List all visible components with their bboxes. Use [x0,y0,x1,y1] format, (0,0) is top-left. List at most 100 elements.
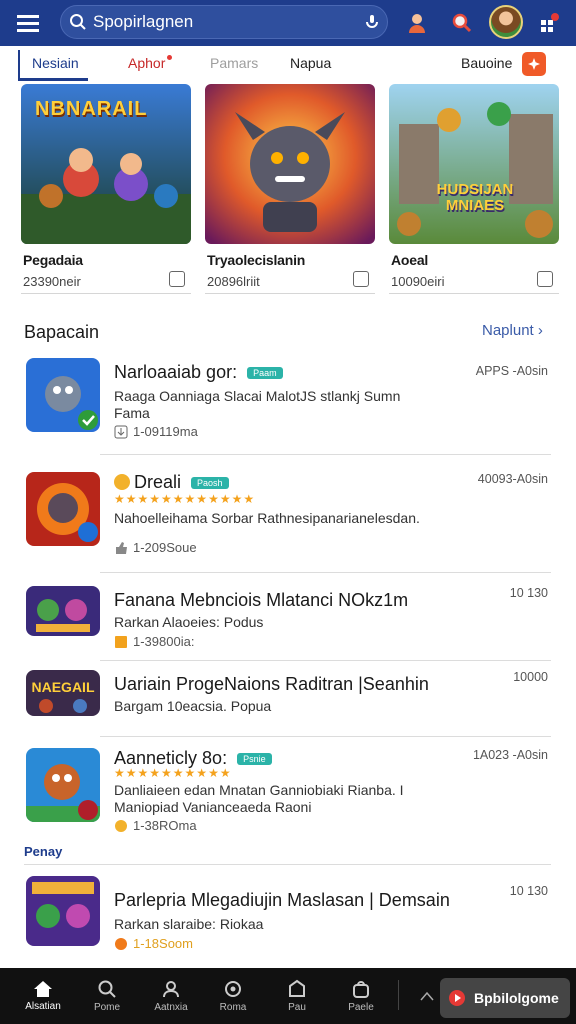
coin-icon [114,474,130,490]
list-right-info: 10000 [513,670,548,684]
icon-art-text: NAEGAIL [32,679,95,695]
notifications-button[interactable] [532,6,566,40]
nav-item-home[interactable]: Alsatian [14,968,72,1024]
nav-label: Roma [219,1002,247,1013]
tab-pamars[interactable]: Pamars [210,55,258,71]
list-meta: 1-209Soue [114,540,197,555]
menu-button[interactable] [0,0,56,46]
divider [100,736,551,737]
app-icon: NAEGAIL [26,670,100,716]
coin-icon [115,937,127,950]
app-icon [26,586,100,636]
list-badge: Paam [247,367,283,380]
divider [100,660,551,661]
featured-card[interactable]: Tryaolecislanin 20896lriit [205,84,375,294]
top-app-bar: Spopirlagnen [0,0,576,46]
list-description: Bargam 10eacsia. Popua [114,698,272,714]
mic-icon [366,15,378,28]
play-game-button[interactable]: Bpbilolgome [440,978,570,1018]
tab-nesiain[interactable]: Nesiain [32,55,79,71]
nav-label: Alsatian [25,1001,61,1012]
search-input[interactable]: Spopirlagnen [60,5,388,39]
home-icon [34,981,52,997]
list-description: Rarkan slaraibe: Riokaa [114,916,264,932]
gear-icon [225,981,241,997]
nav-item-search[interactable]: Pome [78,968,136,1024]
list-meta: 1-09119ma [114,424,198,439]
nav-separator [398,980,399,1010]
divider [24,864,551,865]
install-icon[interactable] [353,271,369,287]
featured-downloads: 23390neir [23,274,81,289]
group-label: Penay [24,844,63,859]
nav-item-settings[interactable]: Roma [204,968,262,1024]
user-icon [409,14,425,33]
meta-text: 1-09119ma [133,424,198,439]
nav-item-bag[interactable]: Paele [332,968,390,1024]
list-title: Narloaaiab gor: Paam [114,362,283,383]
list-description: Danliaieen edan Mnatan Ganniobiaki Rianb… [114,782,404,815]
featured-card[interactable]: HUDSIJAN MNIAES Aoeal 10090eiri [389,84,559,294]
search-icon [70,14,86,30]
featured-title: Tryaolecislanin [207,252,306,268]
title-text: Aanneticly 8o: [114,748,228,768]
nav-label: Pome [93,1002,121,1013]
tab-bauoine[interactable]: Bauoine [461,55,512,71]
account-button[interactable] [400,6,434,40]
list-right-info: 40093-A0sin [477,472,548,486]
star-rating: ★★★★★★★★★★ [114,766,232,780]
list-title: Parlepria Mlegadiujin Maslasan | Demsain [114,890,450,910]
list-description: Nahoelleihama Sorbar Rathnesipanarianele… [114,510,420,526]
avatar[interactable] [489,5,523,39]
search-alerts-button[interactable] [445,6,479,40]
list-meta: 1-39800ia: [114,634,194,649]
tab-aphor[interactable]: Aphor [128,55,173,71]
list-meta: 1-18Soom [114,936,193,951]
featured-title: Pegadaia [23,252,83,268]
game-art-2 [205,84,375,244]
sparkle-icon [528,58,540,70]
nav-item-notes[interactable]: Pau [268,968,326,1024]
new-dot [167,55,173,60]
nav-item-profile[interactable]: Aatnxia [142,968,200,1024]
expand-icon[interactable] [420,990,434,1002]
featured-card[interactable]: NBNARAIL Pegadaia 23390neir [21,84,191,294]
coin-icon [115,819,127,832]
featured-downloads: 20896lriit [207,274,260,289]
see-all-label: Naplunt [482,322,534,339]
meta-text: 1-38ROma [133,818,197,833]
nav-label: Paele [348,1002,374,1013]
divider [100,572,551,573]
featured-downloads: 10090eiri [391,274,445,289]
app-icon [26,876,100,946]
promo-badge[interactable] [522,52,546,76]
nav-label: Pau [288,1002,306,1013]
list-title: Uariain ProgeNaions Raditran |Seanhin [114,674,429,694]
download-icon [114,425,128,438]
mic-button[interactable] [357,13,387,31]
book-icon [115,635,127,648]
tab-divider [18,50,20,78]
bag-icon [353,981,369,998]
tab-napua[interactable]: Napua [290,55,331,71]
search-icon [98,980,116,998]
meta-text: 1-39800ia: [133,634,195,649]
meta-text: 1-209Soue [133,540,197,555]
list-title: Dreali Paosh [114,472,229,493]
app-icon [26,472,100,546]
featured-artwork: NBNARAIL [21,84,191,244]
list-right-info: APPS -A0sin [475,364,548,378]
list-description: Rarkan Alaoeies: Podus [114,614,264,630]
active-tab-indicator [18,78,88,81]
star-rating: ★★★★★★★★★★★★ [114,492,256,506]
tab-label: Aphor [128,55,166,71]
app-icon [26,358,100,432]
divider [100,454,551,455]
see-all-link[interactable]: Naplunt › [482,322,543,339]
play-label: Bpbilolgome [474,990,559,1006]
list-right-info: 1A023 -A0sin [472,748,548,762]
app-icon [26,748,100,822]
chevron-right-icon: › [537,322,543,339]
install-icon[interactable] [169,271,185,287]
install-icon[interactable] [537,271,553,287]
